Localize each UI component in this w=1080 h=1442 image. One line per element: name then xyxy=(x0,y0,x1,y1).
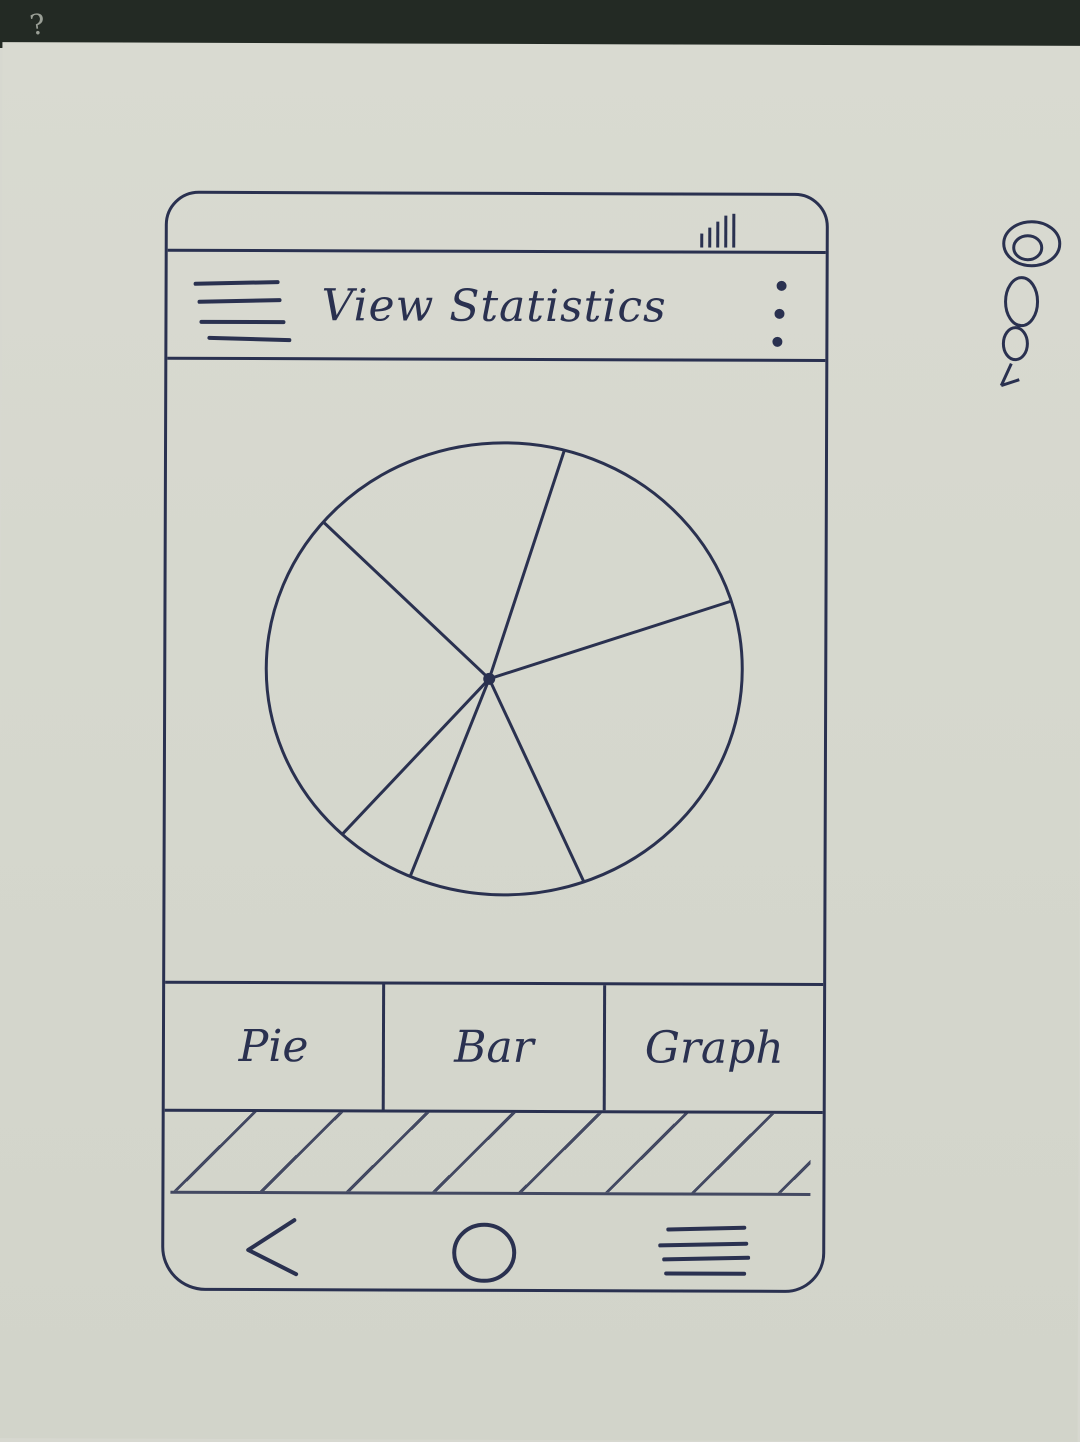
hatched-placeholder-bar xyxy=(170,1112,810,1196)
system-nav-bar xyxy=(164,1194,822,1292)
hamburger-menu-icon[interactable] xyxy=(191,272,291,344)
pie-slice-divider-5 xyxy=(341,678,489,835)
back-icon[interactable] xyxy=(238,1212,308,1282)
pie-chart xyxy=(253,428,755,910)
pie-slice-divider-3 xyxy=(489,679,586,883)
home-icon[interactable] xyxy=(448,1215,520,1287)
phone-frame: View Statistics Pie Bar Graph xyxy=(161,191,829,1293)
app-bar: View Statistics xyxy=(167,252,825,362)
pie-slice-divider-1 xyxy=(489,450,564,679)
margin-doodle xyxy=(991,214,1072,394)
pie-slice-divider-6 xyxy=(322,521,489,678)
more-vert-icon[interactable] xyxy=(765,274,795,354)
tab-bar: Pie Bar Graph xyxy=(165,984,823,1114)
desk-background: ? xyxy=(0,0,1080,48)
paper-sheet: View Statistics Pie Bar Graph xyxy=(0,42,1080,1442)
pie-outline xyxy=(265,442,743,896)
signal-icon xyxy=(696,214,740,248)
pie-slice-divider-2 xyxy=(489,600,732,680)
status-bar xyxy=(168,194,826,254)
tab-pie[interactable]: Pie xyxy=(165,984,383,1110)
tab-bar-chart[interactable]: Bar xyxy=(382,984,603,1110)
page-title: View Statistics xyxy=(321,280,666,332)
recents-icon[interactable] xyxy=(654,1223,750,1277)
pie-slice-divider-4 xyxy=(410,679,489,877)
chart-area xyxy=(165,360,825,986)
pie-center-dot xyxy=(483,673,495,685)
desk-mark: ? xyxy=(28,7,47,42)
tab-graph[interactable]: Graph xyxy=(602,985,823,1111)
